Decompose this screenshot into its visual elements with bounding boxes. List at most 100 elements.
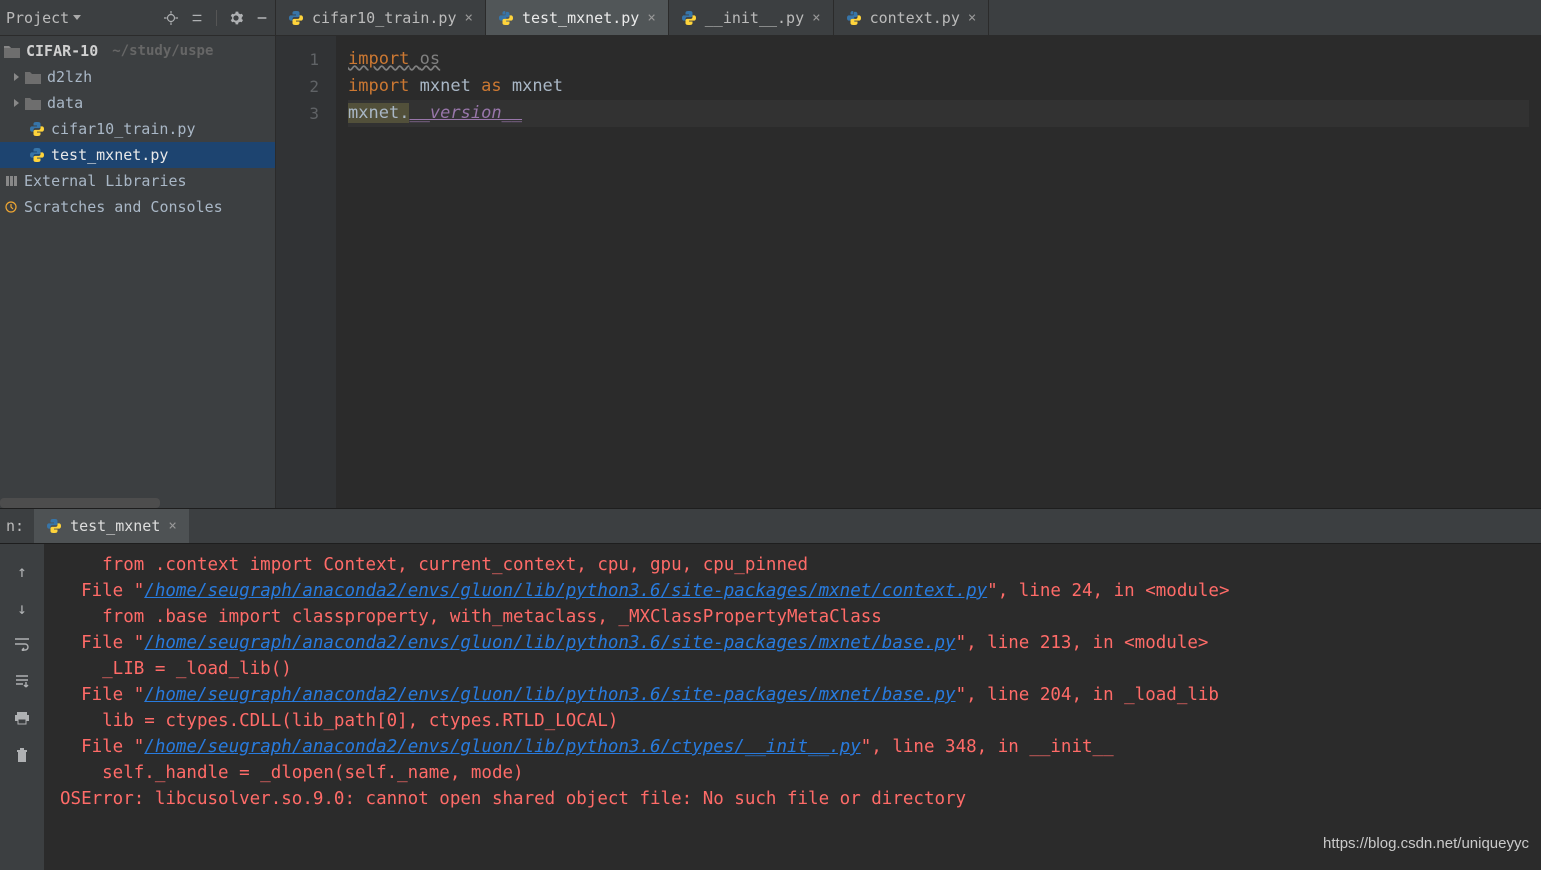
locate-icon[interactable] xyxy=(164,11,178,25)
chevron-down-icon xyxy=(73,15,81,20)
gear-icon[interactable] xyxy=(229,11,243,25)
line-number: 1 xyxy=(276,46,319,73)
tab-context[interactable]: context.py × xyxy=(834,0,990,35)
tree-item-label: External Libraries xyxy=(24,172,187,190)
scratches-icon xyxy=(4,200,18,214)
python-icon xyxy=(46,518,62,534)
close-icon[interactable]: × xyxy=(168,518,176,534)
line-number: 3 xyxy=(276,100,319,127)
tree-folder[interactable]: d2lzh xyxy=(0,64,275,90)
tab-test-mxnet[interactable]: test_mxnet.py × xyxy=(486,0,669,35)
tab-init[interactable]: __init__.py × xyxy=(669,0,834,35)
line-number: 2 xyxy=(276,73,319,100)
python-icon xyxy=(29,147,45,163)
tree-item-label: data xyxy=(47,94,83,112)
sidebar-title-text: Project xyxy=(6,9,69,27)
folder-icon xyxy=(25,71,41,84)
python-icon xyxy=(29,121,45,137)
run-toolbar: ↑ ↓ xyxy=(0,544,44,870)
close-icon[interactable]: × xyxy=(647,10,655,26)
console-location: ", line 213, in <module> xyxy=(956,633,1209,653)
run-tabs: n: test_mxnet × xyxy=(0,508,1541,544)
collapse-icon[interactable] xyxy=(190,11,204,25)
code-alias: mxnet xyxy=(512,76,563,96)
run-panel-label: n: xyxy=(0,509,34,543)
console-file-label: File " xyxy=(60,737,144,757)
console-location: ", line 204, in _load_lib xyxy=(956,685,1219,705)
code-keyword: import xyxy=(348,76,409,96)
console-line: self._handle = _dlopen(self._name, mode) xyxy=(60,763,524,783)
down-icon[interactable]: ↓ xyxy=(17,599,27,618)
print-icon[interactable] xyxy=(14,710,30,729)
sidebar-title[interactable]: Project xyxy=(6,9,81,27)
tree-item-label: Scratches and Consoles xyxy=(24,198,223,216)
code-keyword: import xyxy=(348,49,409,69)
watermark: https://blog.csdn.net/uniqueyyc xyxy=(1323,835,1529,852)
console-path[interactable]: /home/seugraph/anaconda2/envs/gluon/lib/… xyxy=(144,581,987,601)
trash-icon[interactable] xyxy=(15,747,29,767)
tab-label: test_mxnet.py xyxy=(522,9,639,27)
external-libraries[interactable]: External Libraries xyxy=(0,168,275,194)
editor-gutter: 1 2 3 xyxy=(276,36,336,508)
console-file-label: File " xyxy=(60,581,144,601)
editor-area: cifar10_train.py × test_mxnet.py × __ini… xyxy=(276,0,1541,508)
chevron-right-icon xyxy=(14,99,19,107)
tree-file[interactable]: cifar10_train.py xyxy=(0,116,275,142)
code-object: mxnet xyxy=(348,103,399,123)
folder-icon xyxy=(4,44,20,58)
project-sidebar: Project xyxy=(0,0,276,508)
python-icon xyxy=(681,10,697,26)
console-line: from .context import Context, current_co… xyxy=(60,555,808,575)
tree-item-label: cifar10_train.py xyxy=(51,120,196,138)
console-file-label: File " xyxy=(60,633,144,653)
folder-icon xyxy=(25,97,41,110)
console-path[interactable]: /home/seugraph/anaconda2/envs/gluon/lib/… xyxy=(144,737,860,757)
python-icon xyxy=(846,10,862,26)
close-icon[interactable]: × xyxy=(968,10,976,26)
tree-item-label: test_mxnet.py xyxy=(51,146,168,164)
code-area[interactable]: import os import mxnet as mxnet mxnet.__… xyxy=(336,36,1541,508)
console-output[interactable]: from .context import Context, current_co… xyxy=(44,544,1541,870)
library-icon xyxy=(4,174,18,188)
hide-icon[interactable] xyxy=(255,11,269,25)
console-path[interactable]: /home/seugraph/anaconda2/envs/gluon/lib/… xyxy=(144,685,955,705)
close-icon[interactable]: × xyxy=(812,10,820,26)
console-line: from .base import classproperty, with_me… xyxy=(60,607,882,627)
project-path: ~/study/uspe xyxy=(112,43,213,59)
editor-tabs: cifar10_train.py × test_mxnet.py × __ini… xyxy=(276,0,1541,36)
console-line: _LIB = _load_lib() xyxy=(60,659,292,679)
run-panel: n: test_mxnet × ↑ ↓ from .context import… xyxy=(0,508,1541,870)
console-file-label: File " xyxy=(60,685,144,705)
tree-item-label: d2lzh xyxy=(47,68,92,86)
project-root-label: CIFAR-10 xyxy=(26,42,98,60)
tree-folder[interactable]: data xyxy=(0,90,275,116)
separator xyxy=(216,10,217,26)
wrap-icon[interactable] xyxy=(14,636,30,655)
console-location: ", line 24, in <module> xyxy=(987,581,1229,601)
editor-body[interactable]: 1 2 3 import os import mxnet as mxnet mx… xyxy=(276,36,1541,508)
python-icon xyxy=(288,10,304,26)
tab-label: __init__.py xyxy=(705,9,804,27)
chevron-right-icon xyxy=(14,73,19,81)
code-attribute: __version__ xyxy=(409,103,522,123)
close-icon[interactable]: × xyxy=(465,10,473,26)
project-root[interactable]: CIFAR-10 ~/study/uspe xyxy=(0,38,275,64)
console-error: OSError: libcusolver.so.9.0: cannot open… xyxy=(60,789,966,809)
tab-cifar10-train[interactable]: cifar10_train.py × xyxy=(276,0,486,35)
run-tab-label: test_mxnet xyxy=(70,517,160,535)
console-line: lib = ctypes.CDLL(lib_path[0], ctypes.RT… xyxy=(60,711,618,731)
tree-file-selected[interactable]: test_mxnet.py xyxy=(0,142,275,168)
sidebar-header: Project xyxy=(0,0,275,36)
up-icon[interactable]: ↑ xyxy=(17,562,27,581)
console-location: ", line 348, in __init__ xyxy=(861,737,1114,757)
console-path[interactable]: /home/seugraph/anaconda2/envs/gluon/lib/… xyxy=(144,633,955,653)
scroll-icon[interactable] xyxy=(14,673,30,692)
python-icon xyxy=(498,10,514,26)
scrollbar-thumb[interactable] xyxy=(0,498,160,508)
scratches[interactable]: Scratches and Consoles xyxy=(0,194,275,220)
code-module: os xyxy=(420,49,440,69)
code-dot: . xyxy=(399,103,409,123)
run-tab[interactable]: test_mxnet × xyxy=(34,509,189,543)
code-keyword: as xyxy=(481,76,501,96)
project-tree[interactable]: CIFAR-10 ~/study/uspe d2lzh data cifar10… xyxy=(0,36,275,220)
